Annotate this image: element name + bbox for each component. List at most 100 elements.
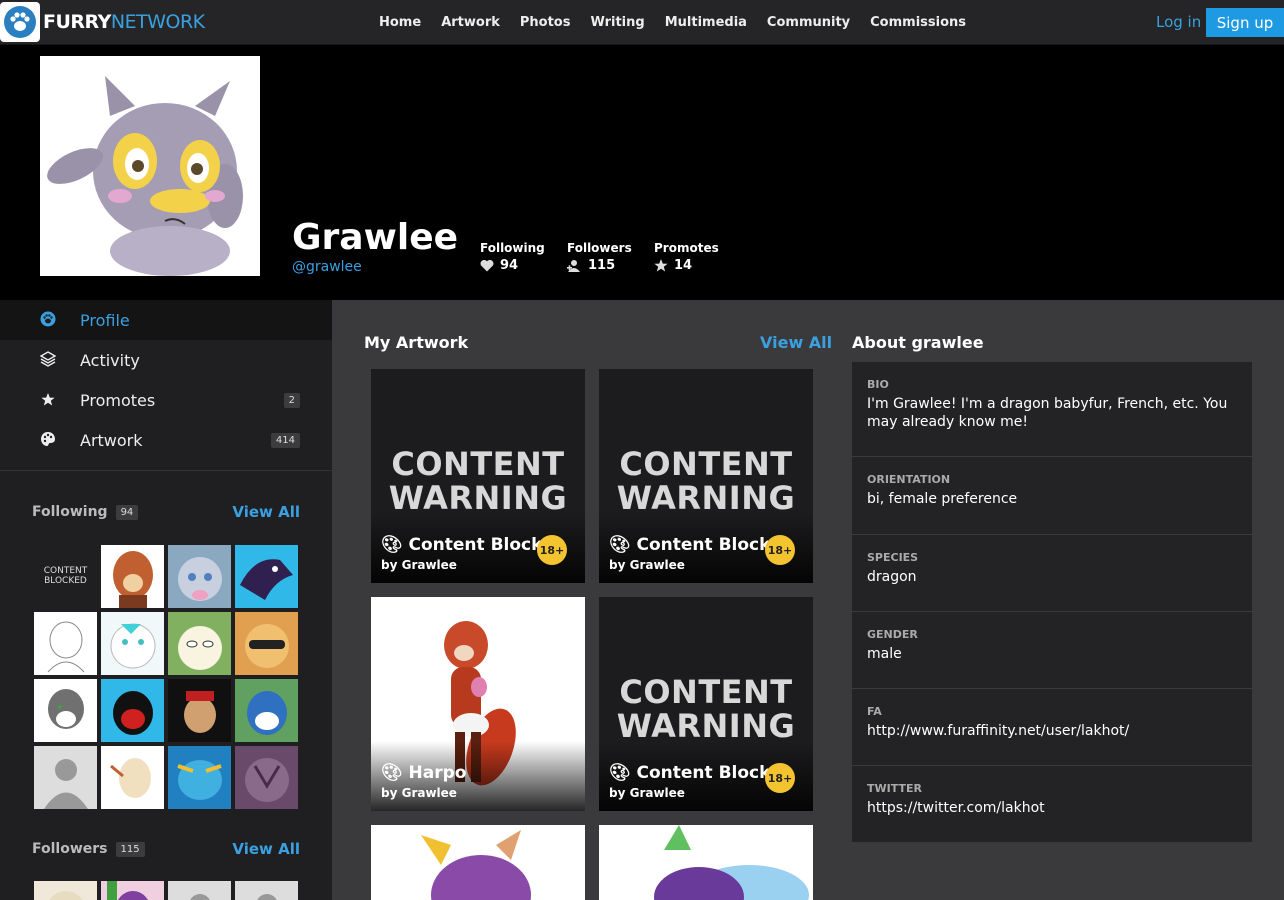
stat-followers[interactable]: Followers 115 — [567, 241, 632, 273]
warning-line2: WARNING — [616, 479, 796, 517]
artwork-card[interactable] — [599, 825, 813, 900]
artwork-card[interactable] — [371, 825, 585, 900]
rating-badge: 18+ — [537, 535, 567, 565]
following-thumb[interactable] — [235, 679, 298, 742]
paw-logo-icon — [0, 2, 40, 42]
palette-icon — [40, 431, 56, 447]
rating-badge: 18+ — [765, 763, 795, 793]
stat-promotes[interactable]: Promotes 14 — [654, 241, 719, 273]
following-title: Following — [32, 504, 108, 520]
stat-following-value: 94 — [500, 258, 519, 273]
following-view-all-link[interactable]: View All — [232, 503, 300, 521]
stat-promotes-value: 14 — [674, 258, 693, 273]
about-value: bi, female preference — [867, 491, 1018, 507]
following-thumb[interactable]: CONTENT BLOCKED — [34, 545, 97, 608]
artwork-count-badge: 414 — [270, 432, 300, 448]
logo-part1: FURRY — [43, 11, 111, 33]
about-row-gender: GENDER male — [852, 612, 1252, 689]
artwork-author[interactable]: by Grawlee — [609, 558, 685, 572]
following-thumb[interactable] — [168, 746, 231, 809]
artwork-card[interactable]: CONTENTWARNING 🎨︎ Content Blocked by Gra… — [371, 369, 585, 583]
site-logo[interactable]: FURRYNETWORK — [0, 2, 205, 42]
about-title: About grawlee — [852, 333, 984, 352]
sidebar-item-activity[interactable]: Activity — [0, 340, 332, 380]
stat-promotes-label: Promotes — [654, 241, 719, 255]
warning-line1: CONTENT — [619, 673, 793, 711]
avatar[interactable] — [40, 56, 260, 276]
artwork-author[interactable]: by Grawlee — [609, 786, 685, 800]
following-thumb[interactable] — [235, 612, 298, 675]
artwork-author[interactable]: by Grawlee — [381, 786, 457, 800]
following-thumb[interactable] — [34, 679, 97, 742]
following-thumb[interactable] — [235, 545, 298, 608]
following-grid: CONTENT BLOCKED — [34, 545, 298, 809]
profile-banner: Grawlee @grawlee Following 94 Followers … — [0, 45, 1284, 300]
artwork-card[interactable]: CONTENTWARNING 🎨︎ Content Blocked by Gra… — [599, 597, 813, 811]
nav-home[interactable]: Home — [379, 15, 421, 30]
about-row-species: SPECIES dragon — [852, 535, 1252, 612]
following-thumb[interactable] — [101, 746, 164, 809]
about-key: ORIENTATION — [867, 473, 951, 486]
following-thumb[interactable] — [101, 612, 164, 675]
follower-thumb[interactable] — [235, 881, 298, 900]
my-artwork-title: My Artwork — [364, 333, 469, 352]
profile-name: Grawlee — [292, 217, 459, 258]
rating-badge: 18+ — [765, 535, 795, 565]
content-warning-label: CONTENT WARNING — [599, 675, 813, 743]
following-thumb[interactable] — [34, 746, 97, 809]
artwork-title-text: Content Blocked — [408, 535, 541, 555]
about-key: FA — [867, 705, 882, 718]
sidebar-item-artwork[interactable]: Artwork 414 — [0, 420, 332, 460]
sidebar-item-profile[interactable]: Profile — [0, 300, 332, 340]
follower-thumb[interactable] — [34, 881, 97, 900]
warning-line1: CONTENT — [619, 445, 793, 483]
about-key: SPECIES — [867, 551, 919, 564]
palette-icon: 🎨︎ — [381, 763, 403, 783]
following-thumb[interactable] — [168, 679, 231, 742]
artwork-view-all-link[interactable]: View All — [760, 333, 832, 352]
stat-following[interactable]: Following 94 — [480, 241, 545, 273]
logo-part2: NETWORK — [110, 11, 205, 33]
about-value-link[interactable]: https://twitter.com/lakhot — [867, 799, 1237, 817]
artwork-card[interactable]: 🎨︎ Harpo by Grawlee — [371, 597, 585, 811]
stat-followers-value: 115 — [588, 258, 616, 273]
following-section-header: Following 94 View All — [32, 502, 300, 522]
following-thumb[interactable] — [168, 545, 231, 608]
nav-writing[interactable]: Writing — [590, 15, 644, 30]
nav-community[interactable]: Community — [767, 15, 850, 30]
about-key: GENDER — [867, 628, 918, 641]
about-value-link[interactable]: http://www.furaffinity.net/user/lakhot/ — [867, 722, 1237, 740]
artwork-title: 🎨︎ Content Blocked — [609, 763, 769, 783]
artwork-author[interactable]: by Grawlee — [381, 558, 457, 572]
sidebar-divider — [0, 470, 332, 471]
nav-artwork[interactable]: Artwork — [441, 15, 500, 30]
follower-thumb[interactable] — [168, 881, 231, 900]
artwork-title-text: Content Blocked — [636, 535, 769, 555]
profile-handle[interactable]: @grawlee — [292, 259, 362, 275]
following-thumb[interactable] — [101, 679, 164, 742]
nav-photos[interactable]: Photos — [520, 15, 571, 30]
artwork-title: 🎨︎ Content Blocked — [609, 535, 769, 555]
following-thumb[interactable] — [168, 612, 231, 675]
profile-sidebar: Profile Activity Promotes 2 Artwork 414 … — [0, 300, 332, 900]
followers-view-all-link[interactable]: View All — [232, 840, 300, 858]
login-link[interactable]: Log in — [1156, 13, 1201, 31]
nav-multimedia[interactable]: Multimedia — [665, 15, 747, 30]
artwork-card[interactable]: CONTENTWARNING 🎨︎ Content Blocked by Gra… — [599, 369, 813, 583]
content-warning-label: CONTENT WARNING — [599, 447, 813, 515]
following-thumb[interactable] — [101, 545, 164, 608]
artwork-title: 🎨︎ Content Blocked — [381, 535, 541, 555]
sidebar-item-label: Artwork — [80, 430, 143, 450]
follower-thumb[interactable] — [101, 881, 164, 900]
about-value: male — [867, 646, 902, 662]
warning-line2: WARNING — [616, 707, 796, 745]
blocked-label: CONTENT BLOCKED — [43, 565, 88, 586]
nav-commissions[interactable]: Commissions — [870, 15, 966, 30]
palette-icon: 🎨︎ — [609, 763, 631, 783]
following-thumb[interactable] — [235, 746, 298, 809]
following-thumb[interactable] — [34, 612, 97, 675]
sidebar-item-promotes[interactable]: Promotes 2 — [0, 380, 332, 420]
about-row-orientation: ORIENTATION bi, female preference — [852, 457, 1252, 535]
about-row-bio: BIO I'm Grawlee! I'm a dragon babyfur, F… — [852, 362, 1252, 457]
signup-button[interactable]: Sign up — [1206, 8, 1284, 37]
